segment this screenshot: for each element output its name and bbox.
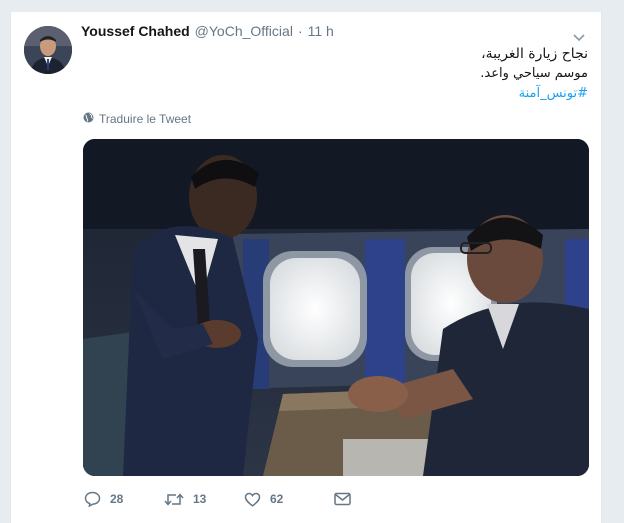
like-count: 62 xyxy=(270,492,284,506)
tweet-timestamp[interactable]: 11 h xyxy=(308,23,334,39)
tweet-actions: 28 13 62 xyxy=(84,491,351,507)
direct-message-button[interactable] xyxy=(334,492,351,506)
tweet-text: نجاح زيارة الغريبة، موسم سياحي واعد. #تو… xyxy=(168,44,588,104)
like-button[interactable]: 62 xyxy=(244,492,334,507)
translate-label: Traduire le Tweet xyxy=(99,112,192,126)
envelope-icon xyxy=(334,492,351,506)
retweet-icon xyxy=(164,492,184,507)
author-name[interactable]: Youssef Chahed xyxy=(81,23,190,39)
heart-icon xyxy=(244,492,261,507)
retweet-count: 13 xyxy=(193,492,207,506)
reply-icon xyxy=(84,491,101,507)
author-handle[interactable]: @YoCh_Official xyxy=(195,23,293,39)
tweet-header: Youssef Chahed @YoCh_Official · 11 h xyxy=(81,23,334,43)
translate-tweet-link[interactable]: Traduire le Tweet xyxy=(83,112,191,126)
tweet-photo[interactable] xyxy=(83,139,589,476)
tweet-text-line-2: موسم سياحي واعد. xyxy=(480,66,588,81)
avatar[interactable] xyxy=(24,26,72,74)
chevron-down-icon[interactable] xyxy=(572,30,586,42)
reply-button[interactable]: 28 xyxy=(84,491,164,507)
globe-icon xyxy=(83,112,94,126)
reply-count: 28 xyxy=(110,492,124,506)
tweet-text-line-1: نجاح زيارة الغريبة، xyxy=(481,46,588,62)
separator: · xyxy=(297,23,303,39)
retweet-button[interactable]: 13 xyxy=(164,492,244,507)
hashtag-link[interactable]: #تونس_آمنة xyxy=(168,84,588,104)
